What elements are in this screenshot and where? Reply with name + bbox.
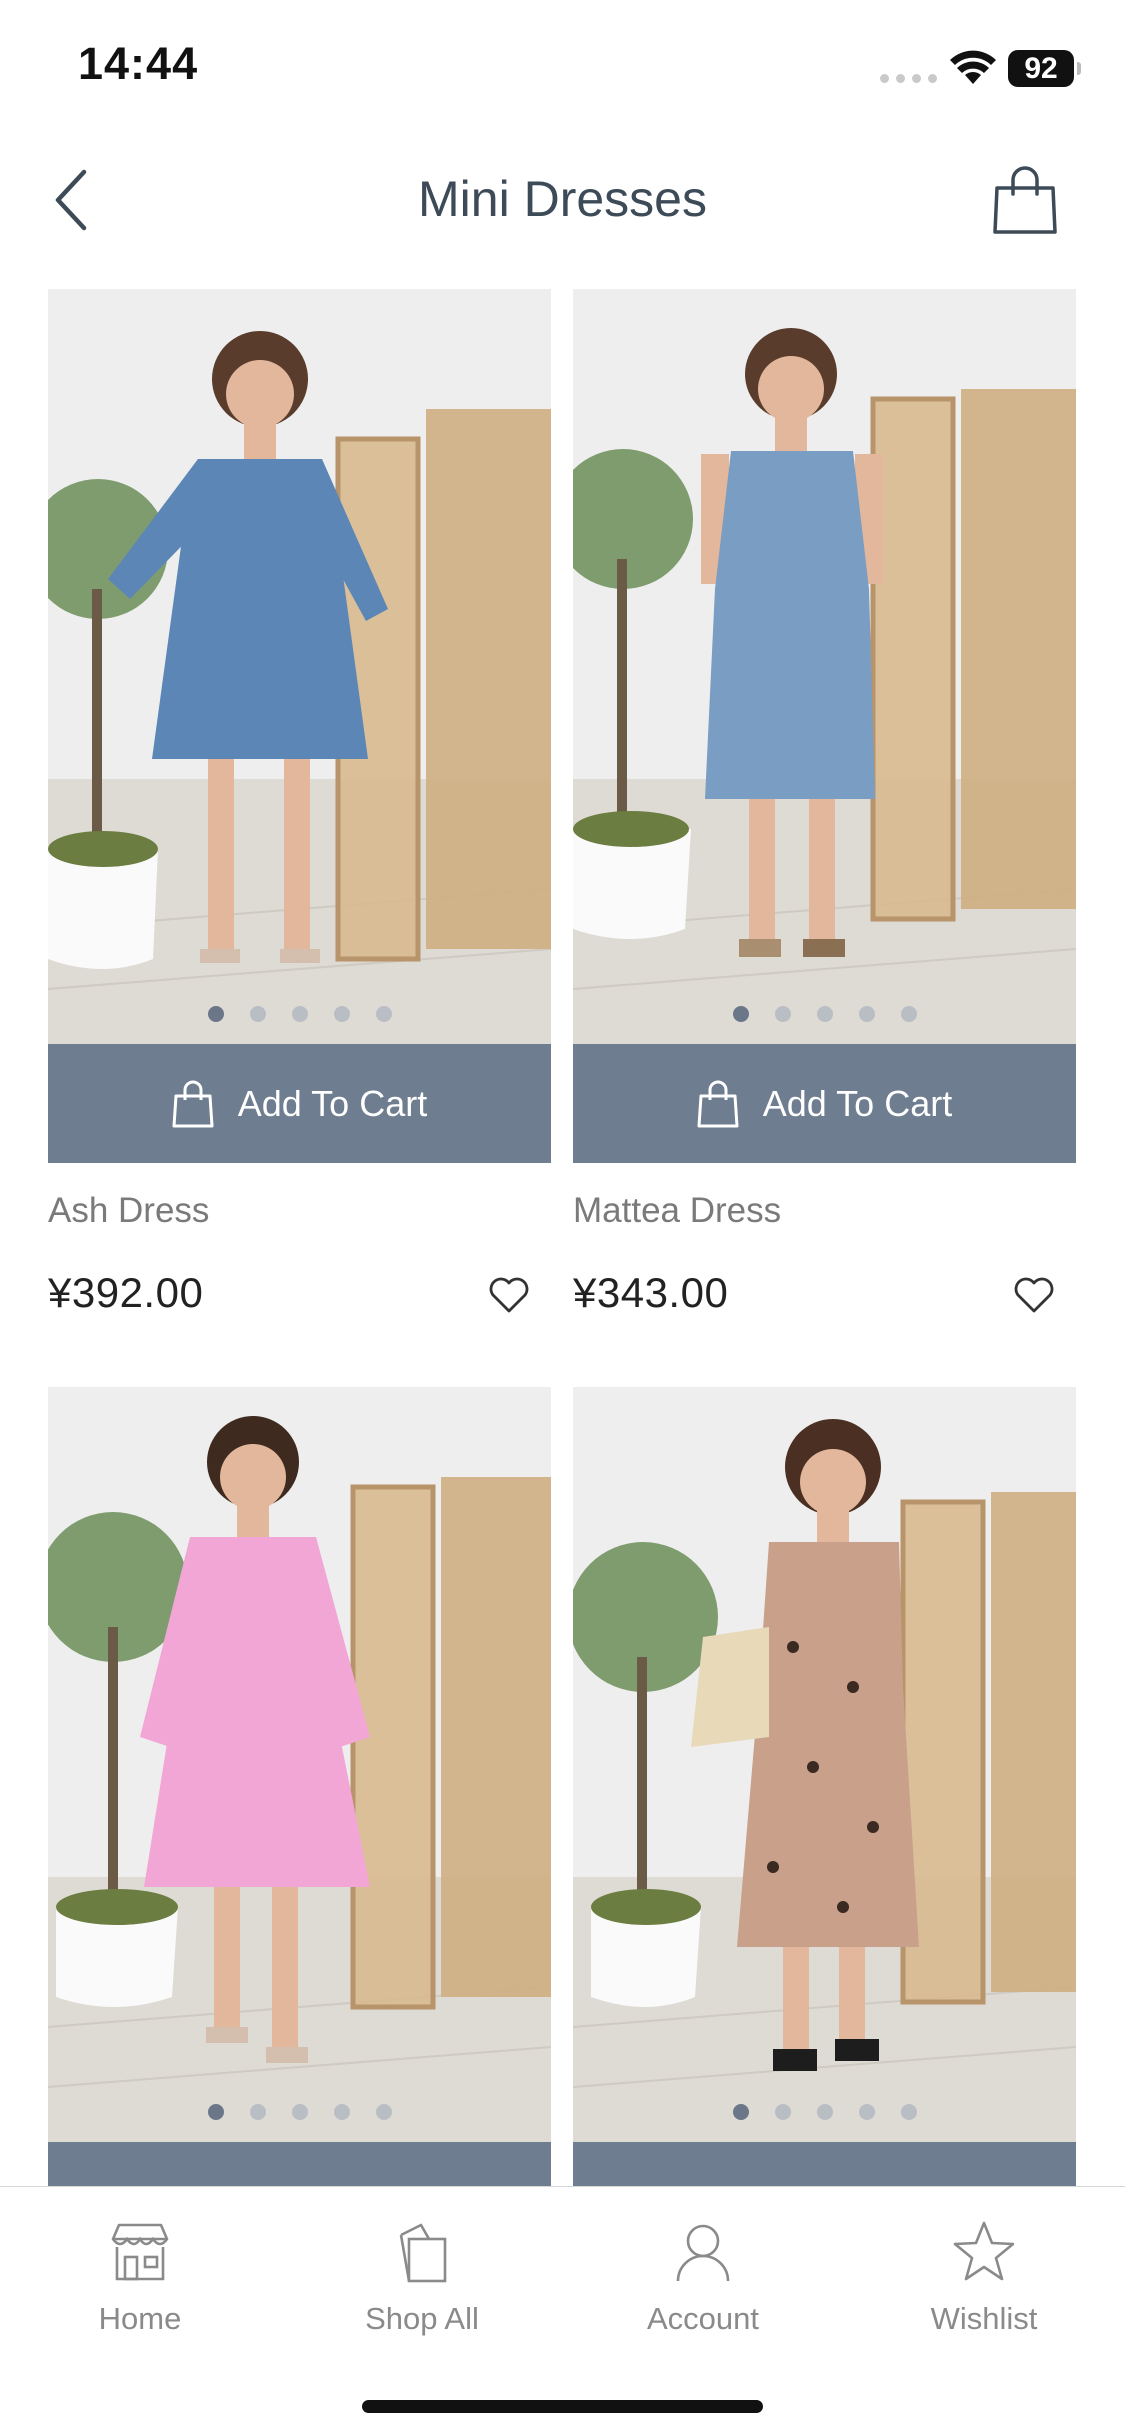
add-to-cart-button[interactable]: Add To Cart (48, 1044, 551, 1163)
shopping-bag-icon (697, 1080, 739, 1127)
tab-label: Shop All (365, 2301, 479, 2336)
add-to-cart-label: Add To Cart (237, 1082, 428, 1124)
product-price: ¥392.00 (48, 1269, 204, 1316)
battery-indicator: 92 (1008, 50, 1074, 87)
status-bar: 14:44 92 (0, 0, 1125, 140)
heart-icon[interactable] (487, 1273, 531, 1317)
add-to-cart-button[interactable]: Add To Cart (573, 1044, 1076, 1163)
image-pagination[interactable] (573, 2104, 1076, 2120)
wifi-icon (950, 50, 996, 84)
product-card[interactable]: Add To Cart Ash Dress ¥392.00 (48, 289, 551, 1325)
user-icon (676, 2224, 730, 2282)
product-card[interactable]: Add To Cart Mattea Dress ¥343.00 (573, 289, 1076, 1325)
price-row: ¥343.00 (573, 1269, 1076, 1325)
tab-wishlist[interactable]: Wishlist (884, 2217, 1084, 2337)
battery-tip (1077, 62, 1081, 75)
product-price: ¥343.00 (573, 1269, 729, 1316)
add-to-cart-label: Add To Cart (762, 1082, 953, 1124)
tab-account[interactable]: Account (603, 2217, 803, 2337)
tab-label: Home (98, 2301, 182, 2336)
heart-icon[interactable] (1012, 1273, 1056, 1317)
tab-label: Account (646, 2301, 759, 2336)
cellular-signal-icon (880, 74, 937, 83)
image-pagination[interactable] (48, 1006, 551, 1022)
product-name[interactable]: Ash Dress (48, 1191, 551, 1233)
tab-label: Wishlist (930, 2301, 1038, 2336)
tab-bar: Home Shop All Account Wishlist (0, 2186, 1125, 2436)
image-pagination[interactable] (48, 2104, 551, 2120)
store-icon (111, 2223, 169, 2281)
product-name[interactable]: Mattea Dress (573, 1191, 1076, 1233)
product-image[interactable] (48, 1387, 551, 2142)
header: Mini Dresses (0, 140, 1125, 260)
tab-home[interactable]: Home (40, 2217, 240, 2337)
star-icon (953, 2221, 1015, 2281)
status-time: 14:44 (78, 38, 199, 89)
cart-button[interactable] (985, 160, 1065, 240)
tab-shop-all[interactable]: Shop All (322, 2217, 522, 2337)
price-row: ¥392.00 (48, 1269, 551, 1325)
product-card[interactable] (573, 1387, 1076, 2261)
page-title: Mini Dresses (418, 171, 707, 227)
product-image[interactable] (573, 1387, 1076, 2142)
product-image[interactable] (573, 289, 1076, 1044)
image-pagination[interactable] (573, 1006, 1076, 1022)
home-indicator[interactable] (362, 2400, 763, 2413)
shopping-bag-icon (399, 2223, 447, 2283)
shopping-bag-icon (172, 1080, 214, 1127)
dress-shape (705, 451, 875, 799)
product-card[interactable] (48, 1387, 551, 2261)
product-image[interactable] (48, 289, 551, 1044)
shopping-bag-icon (993, 166, 1057, 234)
